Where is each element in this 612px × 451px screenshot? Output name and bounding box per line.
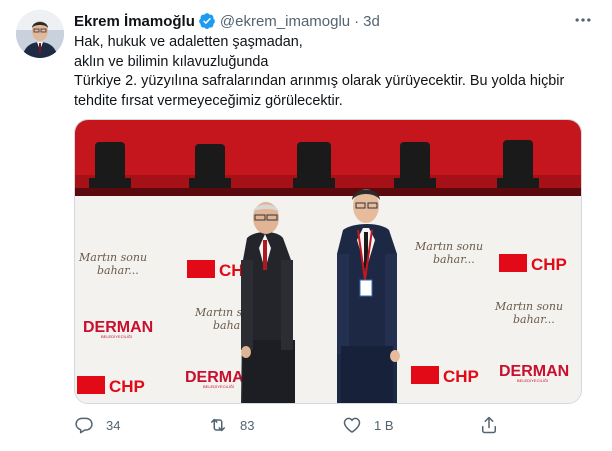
tweet-text-line: aklın ve bilimin kılavuzluğunda — [74, 53, 269, 70]
chp-logo: CHP — [77, 376, 145, 396]
tweet-text: Hak, hukuk ve adaletten şaşmadan, aklın … — [74, 33, 594, 111]
retweet-button[interactable]: 83 — [208, 414, 254, 436]
display-name[interactable]: Ekrem İmamoğlu — [74, 13, 195, 30]
share-icon — [482, 416, 496, 434]
tweet[interactable]: Ekrem İmamoğlu @ekrem_imamoglu · 3d Hak,… — [0, 0, 612, 451]
like-icon — [343, 417, 361, 433]
tweet-text-line: Hak, hukuk ve adaletten şaşmadan, — [74, 34, 303, 50]
more-icon — [575, 18, 591, 22]
derman-subtitle: BELEDİYECİLİĞİ — [517, 378, 548, 383]
reply-count: 34 — [106, 417, 121, 433]
reply-icon — [75, 417, 93, 434]
backdrop-martin-text: Martın sonu — [494, 300, 563, 313]
tweet-photo[interactable]: Martın sonu bahar... Martın sonu bahar..… — [74, 119, 582, 404]
backdrop-martin-text: bahar... — [97, 264, 139, 277]
photo-scene: Martın sonu bahar... Martın sonu bahar..… — [75, 120, 581, 403]
more-options-button[interactable] — [570, 9, 596, 31]
tweet-header: Ekrem İmamoğlu @ekrem_imamoglu · 3d — [74, 11, 380, 31]
svg-text:CHP: CHP — [443, 367, 479, 386]
tweet-timestamp[interactable]: 3d — [363, 13, 380, 30]
verified-badge-icon — [199, 13, 215, 29]
chp-logo: CHP — [499, 254, 567, 274]
derman-subtitle: BELEDİYECİLİĞİ — [203, 384, 234, 389]
retweet-icon — [211, 418, 225, 432]
reply-button[interactable]: 34 — [74, 414, 120, 436]
backdrop-martin-text: bahar... — [433, 253, 475, 266]
backdrop-martin-text: bahar... — [513, 313, 555, 326]
retweet-count: 83 — [240, 417, 255, 433]
like-count: 1 B — [374, 417, 394, 433]
like-button[interactable]: 1 B — [342, 414, 394, 436]
tweet-actions: 34 83 1 B — [74, 414, 514, 436]
svg-text:CHP: CHP — [531, 255, 567, 274]
separator-dot: · — [354, 12, 360, 30]
avatar[interactable] — [16, 10, 64, 58]
derman-subtitle: BELEDİYECİLİĞİ — [101, 334, 132, 339]
backdrop-martin-text: Martın sonu — [78, 251, 147, 264]
chp-logo: CHP — [411, 366, 479, 386]
svg-text:CHP: CHP — [109, 377, 145, 396]
tweet-text-line: tehdite fırsat vermeyeceğimiz görülecekt… — [74, 92, 343, 109]
tweet-text-line: Türkiye 2. yüzyılına safralarından arınm… — [74, 73, 565, 89]
user-handle[interactable]: @ekrem_imamoglu — [220, 13, 350, 30]
share-button[interactable] — [479, 414, 499, 436]
avatar-image — [16, 10, 64, 58]
backdrop-martin-text: Martın sonu — [414, 240, 483, 253]
